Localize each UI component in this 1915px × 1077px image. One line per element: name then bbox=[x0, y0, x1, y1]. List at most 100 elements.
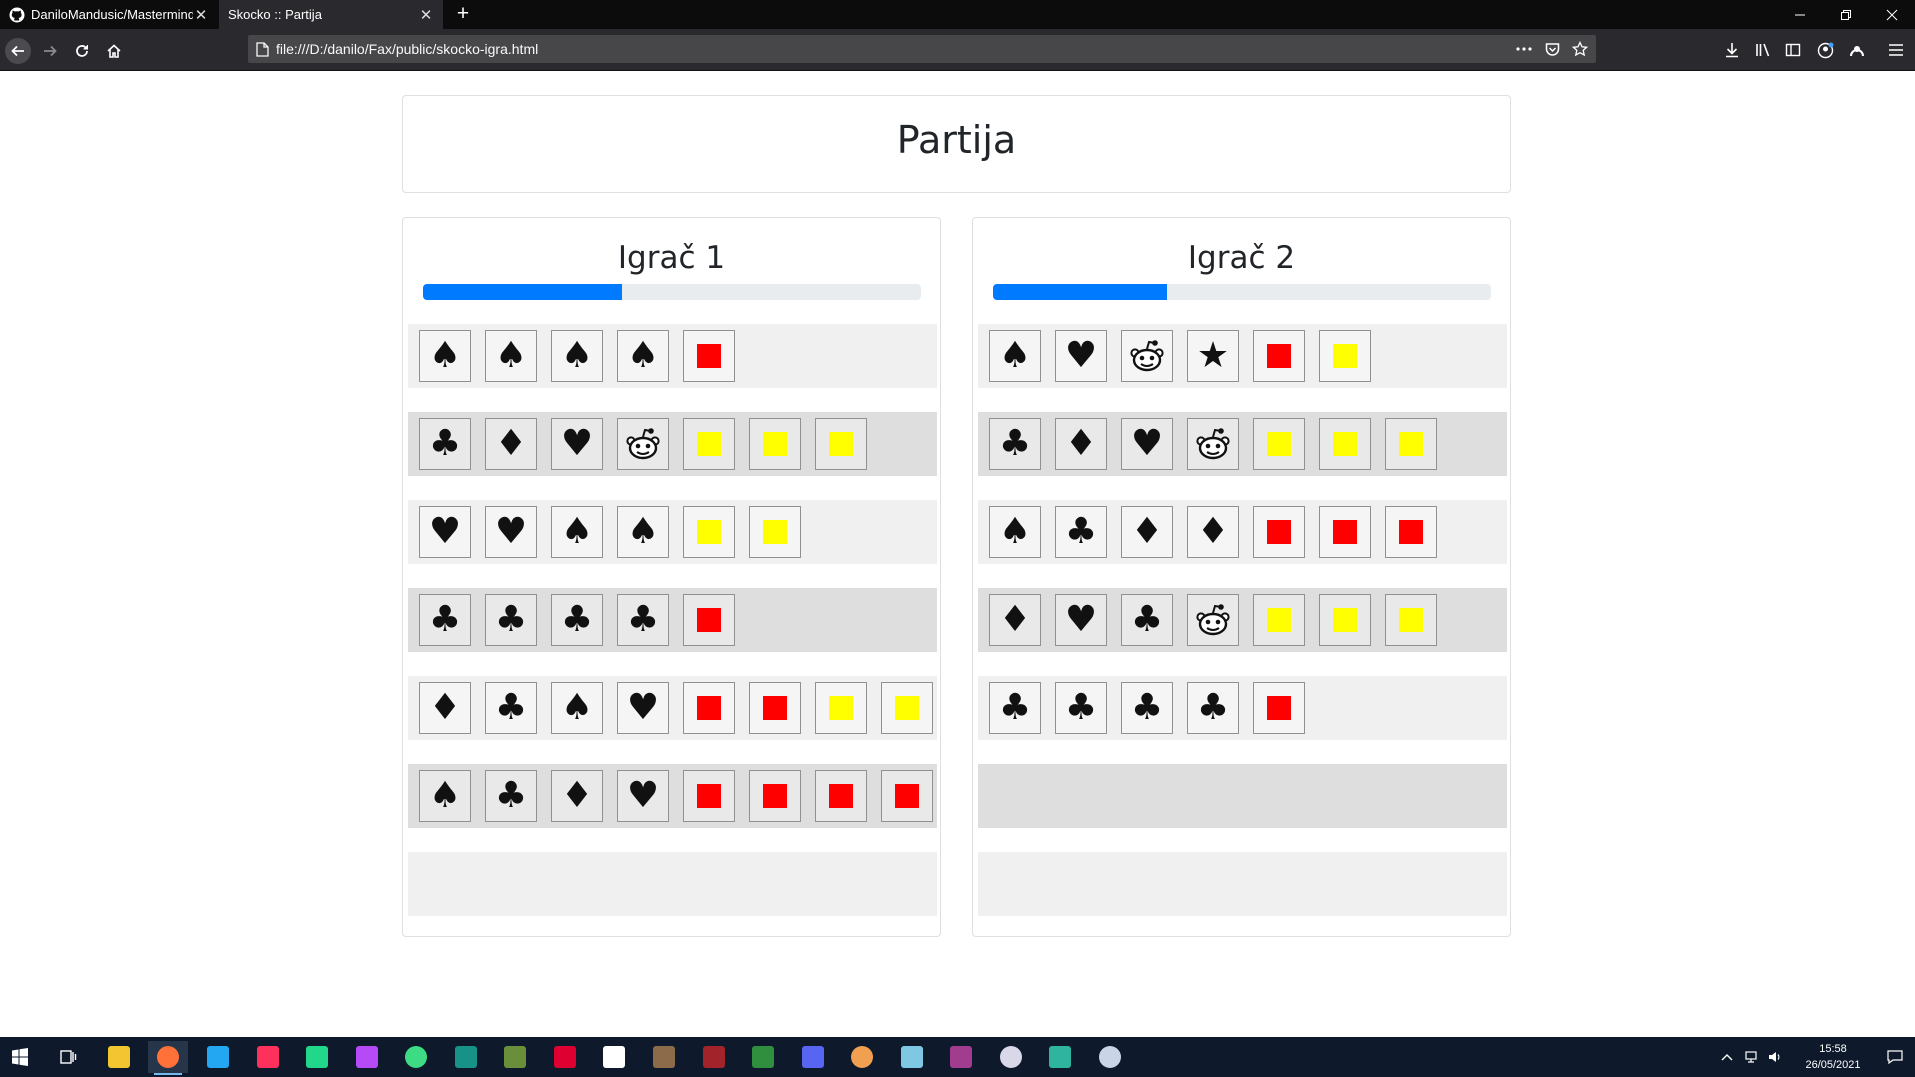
pycharm-icon[interactable] bbox=[297, 1041, 337, 1073]
yellow-square-icon bbox=[763, 520, 787, 544]
tab-title: Skocko :: Partija bbox=[228, 7, 322, 22]
discord-icon[interactable] bbox=[793, 1041, 833, 1073]
guess-row: ♦ ♥ ♣ bbox=[978, 588, 1507, 652]
guess-row bbox=[408, 852, 937, 916]
yellow-peg bbox=[749, 506, 801, 558]
file-explorer-icon[interactable] bbox=[99, 1041, 139, 1073]
red-square-icon bbox=[697, 608, 721, 632]
intellij-icon[interactable] bbox=[248, 1041, 288, 1073]
club-icon: ♣ bbox=[551, 594, 603, 646]
guess-row: ♣ ♦ ♥ bbox=[978, 412, 1507, 476]
minimize-icon[interactable] bbox=[1777, 0, 1823, 29]
yellow-square-icon bbox=[829, 696, 853, 720]
yellow-peg bbox=[683, 506, 735, 558]
angular-icon[interactable] bbox=[545, 1041, 585, 1073]
download-icon[interactable] bbox=[1720, 38, 1744, 62]
spade-icon: ♠ bbox=[551, 330, 603, 382]
progress-fill bbox=[423, 284, 623, 300]
spade-icon: ♠ bbox=[989, 506, 1041, 558]
mw-app-icon[interactable] bbox=[594, 1041, 634, 1073]
red-square-icon bbox=[697, 696, 721, 720]
minecraft-icon[interactable] bbox=[495, 1041, 535, 1073]
extension-icon[interactable] bbox=[1845, 38, 1869, 62]
guess-row: ♣ ♦ ♥ bbox=[408, 412, 937, 476]
address-bar[interactable]: file:///D:/danilo/Fax/public/skocko-igra… bbox=[248, 35, 1596, 63]
bookmark-star-icon[interactable] bbox=[1568, 37, 1592, 61]
red-square-icon bbox=[1267, 344, 1291, 368]
new-tab-button[interactable]: + bbox=[452, 3, 474, 25]
gitkraken-2-icon[interactable] bbox=[1040, 1041, 1080, 1073]
diamond-icon: ♦ bbox=[1187, 506, 1239, 558]
home-icon[interactable] bbox=[102, 39, 126, 63]
yellow-peg bbox=[1385, 594, 1437, 646]
phpstorm-icon[interactable] bbox=[347, 1041, 387, 1073]
account-icon[interactable] bbox=[1813, 38, 1837, 62]
back-icon[interactable] bbox=[5, 38, 31, 64]
guess-rows: ♠ ♥ ★ ♣ ♦ ♥ ♠ ♣ ♦ ♦ ♦ ♥ ♣ ♣ ♣ ♣ ♣ bbox=[978, 324, 1507, 940]
red-peg bbox=[1319, 506, 1371, 558]
yellow-peg bbox=[683, 418, 735, 470]
tab-skocko[interactable]: Skocko :: Partija ✕ bbox=[219, 0, 443, 29]
winrar-icon[interactable] bbox=[941, 1041, 981, 1073]
menu-icon[interactable] bbox=[1884, 38, 1908, 62]
volume-icon[interactable] bbox=[1763, 1041, 1787, 1073]
red-peg bbox=[683, 594, 735, 646]
forward-icon[interactable] bbox=[38, 39, 62, 63]
pocket-icon[interactable] bbox=[1540, 37, 1564, 61]
sidebar-icon[interactable] bbox=[1781, 38, 1805, 62]
red-peg bbox=[749, 682, 801, 734]
red-peg bbox=[881, 770, 933, 822]
player-progress-bar bbox=[993, 284, 1491, 300]
library-icon[interactable] bbox=[1751, 38, 1775, 62]
notes-icon[interactable] bbox=[892, 1041, 932, 1073]
more-actions-icon[interactable] bbox=[1512, 37, 1536, 61]
red-square-icon bbox=[1333, 520, 1357, 544]
club-icon: ♣ bbox=[1055, 682, 1107, 734]
close-icon[interactable]: ✕ bbox=[418, 7, 434, 24]
red-peg bbox=[749, 770, 801, 822]
task-view-icon[interactable] bbox=[48, 1041, 88, 1073]
notifications-icon[interactable] bbox=[1875, 1041, 1915, 1073]
tab-github[interactable]: DaniloMandusic/Mastermind- ✕ bbox=[0, 0, 218, 29]
skocko-icon bbox=[1187, 594, 1239, 646]
close-window-icon[interactable] bbox=[1869, 0, 1915, 29]
chevron-up-icon[interactable] bbox=[1715, 1041, 1739, 1073]
network-icon[interactable] bbox=[1740, 1041, 1764, 1073]
close-icon[interactable]: ✕ bbox=[193, 7, 209, 24]
spade-icon: ♠ bbox=[551, 506, 603, 558]
yellow-peg bbox=[881, 682, 933, 734]
yellow-square-icon bbox=[1333, 432, 1357, 456]
tab-bar: DaniloMandusic/Mastermind- ✕ Skocko :: P… bbox=[0, 0, 1915, 29]
spade-icon: ♠ bbox=[989, 330, 1041, 382]
android-studio-icon[interactable] bbox=[396, 1041, 436, 1073]
spade-icon: ♠ bbox=[551, 682, 603, 734]
red-peg bbox=[683, 770, 735, 822]
page-title: Partija bbox=[896, 118, 1017, 162]
red-peg bbox=[1253, 506, 1305, 558]
club-icon: ♣ bbox=[1187, 682, 1239, 734]
heart-icon: ♥ bbox=[485, 506, 537, 558]
paint-icon[interactable] bbox=[1090, 1041, 1130, 1073]
windows-start-icon[interactable] bbox=[0, 1041, 40, 1073]
game-app-2-icon[interactable] bbox=[694, 1041, 734, 1073]
yellow-square-icon bbox=[697, 520, 721, 544]
guess-row: ♥ ♥ ♠ ♠ bbox=[408, 500, 937, 564]
heart-icon: ♥ bbox=[419, 506, 471, 558]
game-app-icon[interactable] bbox=[644, 1041, 684, 1073]
app-icon[interactable] bbox=[842, 1041, 882, 1073]
player-2-card: Igrač 2 ♠ ♥ ★ ♣ ♦ ♥ ♠ ♣ ♦ ♦ ♦ ♥ ♣ ♣ ♣ ♣ ♣ bbox=[972, 217, 1511, 937]
red-peg bbox=[683, 682, 735, 734]
vscode-icon[interactable] bbox=[198, 1041, 238, 1073]
guess-row bbox=[978, 764, 1507, 828]
heart-icon: ♥ bbox=[1055, 330, 1107, 382]
club-icon: ♣ bbox=[1121, 594, 1173, 646]
yellow-peg bbox=[1385, 418, 1437, 470]
app-2-icon[interactable] bbox=[991, 1041, 1031, 1073]
clock[interactable]: 15:58 26/05/2021 bbox=[1790, 1041, 1876, 1073]
restore-icon[interactable] bbox=[1823, 0, 1869, 29]
spade-icon: ♠ bbox=[419, 770, 471, 822]
gitkraken-icon[interactable] bbox=[446, 1041, 486, 1073]
firefox-icon[interactable] bbox=[148, 1041, 188, 1075]
vim-icon[interactable] bbox=[743, 1041, 783, 1073]
reload-icon[interactable] bbox=[70, 39, 94, 63]
